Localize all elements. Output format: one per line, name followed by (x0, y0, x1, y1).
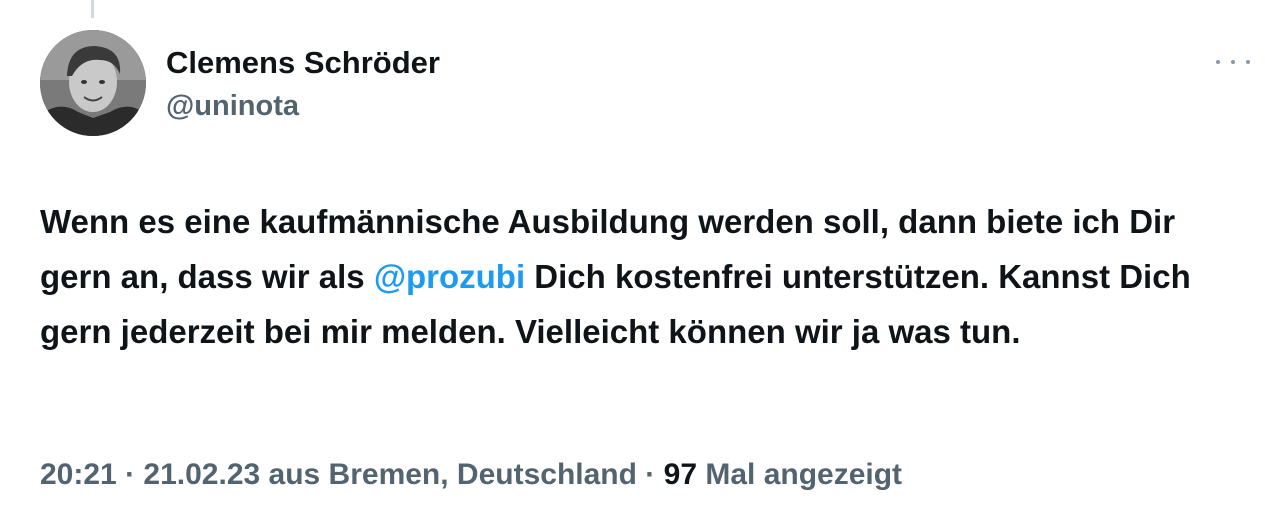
avatar[interactable] (40, 30, 146, 136)
meta-separator: · (116, 458, 144, 491)
views-count: 97 (663, 458, 698, 491)
author-display-name[interactable]: Clemens Schröder (166, 44, 440, 82)
user-avatar-icon (40, 30, 146, 136)
tweet-location: aus Bremen, Deutschland (260, 458, 637, 491)
more-horizontal-icon (1216, 60, 1220, 64)
tweet-metadata: 20:21 · 21.02.23 aus Bremen, Deutschland… (40, 454, 902, 496)
views-label: Mal angezeigt (697, 458, 903, 491)
tweet-date-link[interactable]: 21.02.23 (143, 458, 260, 491)
meta-separator: · (636, 458, 664, 491)
more-horizontal-icon (1246, 60, 1250, 64)
thread-connector-line (91, 0, 94, 18)
tweet-time-link[interactable]: 20:21 (40, 458, 117, 491)
tweet-text: Wenn es eine kaufmännische Ausbildung we… (40, 194, 1235, 359)
mention-link[interactable]: @prozubi (374, 258, 525, 295)
author-handle[interactable]: @uninota (166, 88, 299, 124)
more-horizontal-icon (1231, 60, 1235, 64)
more-options-button[interactable] (1216, 52, 1250, 72)
